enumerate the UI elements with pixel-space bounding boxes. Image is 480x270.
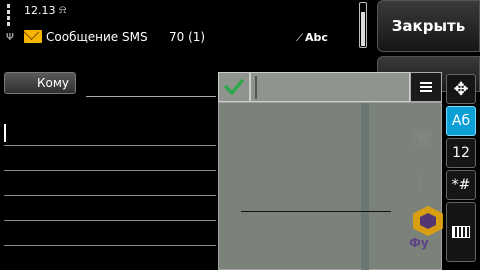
envelope-icon — [24, 30, 42, 43]
message-header: Сообщение SMS 70 (1) ⟋ Abc — [0, 26, 372, 52]
options-button[interactable] — [410, 72, 442, 102]
scroll-strip — [361, 103, 369, 270]
body-line[interactable] — [4, 245, 216, 246]
attachment-icon: ⌇ — [414, 172, 425, 197]
confirm-button[interactable] — [218, 72, 250, 102]
body-line[interactable] — [4, 220, 216, 221]
numeric-mode-button[interactable]: 12 — [446, 138, 476, 168]
checkmark-icon — [224, 79, 244, 95]
recognition-input[interactable] — [250, 72, 410, 102]
alpha-mode-button[interactable]: Аб — [446, 106, 476, 136]
antenna-icon: Ψ — [6, 32, 14, 43]
body-line[interactable] — [4, 145, 216, 146]
keyboard-button[interactable] — [446, 202, 476, 262]
input-mode-indicator: ⟋ Abc — [296, 31, 328, 44]
contacts-icon: ▣ — [412, 124, 433, 149]
input-mode-label: Abc — [305, 31, 328, 44]
move-button[interactable]: ✥ — [446, 74, 476, 104]
text-cursor — [4, 124, 6, 142]
clock: 12.13 — [24, 4, 56, 17]
options-icon — [420, 82, 432, 92]
move-icon: ✥ — [453, 78, 469, 100]
to-button[interactable]: Кому — [4, 72, 76, 94]
input-caret — [255, 76, 257, 99]
alarm-icon: ⍾ — [59, 3, 67, 16]
body-line[interactable] — [4, 195, 216, 196]
char-counter: 70 (1) — [169, 30, 206, 44]
watermark-text: Фу — [409, 236, 429, 250]
pen-icon: ⟋ — [296, 33, 303, 44]
keyboard-icon — [452, 226, 470, 238]
message-title: Сообщение SMS — [46, 30, 148, 44]
close-button[interactable]: Закрыть — [377, 0, 480, 52]
status-bar: 12.13 ⍾ — [0, 0, 372, 48]
symbols-button[interactable]: *# — [446, 170, 476, 200]
body-line[interactable] — [4, 170, 216, 171]
writing-baseline — [241, 211, 391, 212]
to-field[interactable] — [86, 96, 216, 97]
